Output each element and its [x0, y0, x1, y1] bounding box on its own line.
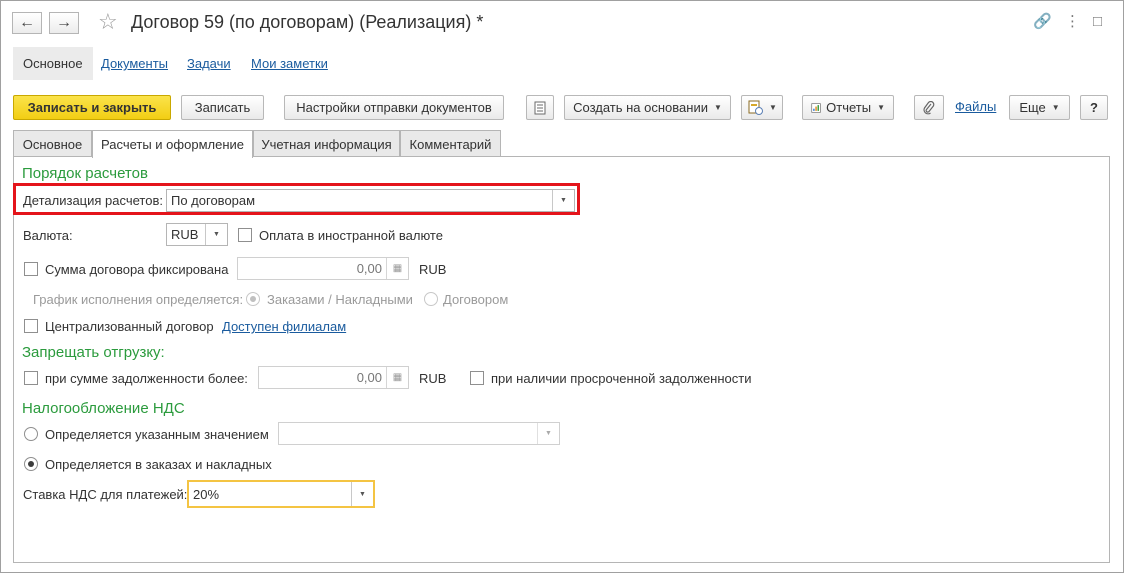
tab-payments[interactable]: Расчеты и оформление	[92, 130, 253, 158]
report-icon	[811, 102, 821, 113]
save-button[interactable]: Записать	[181, 95, 264, 120]
centralized-checkbox[interactable]	[24, 319, 38, 333]
fixed-sum-input[interactable]: 0,00 ▦	[237, 257, 409, 280]
chevron-down-icon[interactable]: ▼	[205, 224, 227, 245]
fixed-sum-value: 0,00	[356, 261, 382, 276]
schedule-orders-label: Заказами / Накладными	[267, 292, 413, 307]
more-button[interactable]: Еще ▼	[1009, 95, 1070, 120]
chevron-down-icon[interactable]: ▼	[552, 190, 574, 211]
link-icon[interactable]: 🔗	[1033, 13, 1052, 31]
shipment-ban-section: Запрещать отгрузку:	[22, 344, 165, 361]
vat-rate-value: 20%	[193, 486, 220, 502]
more-menu-icon[interactable]: ⋮	[1065, 13, 1080, 31]
more-label: Еще	[1019, 100, 1046, 115]
create-based-on-label: Создать на основании	[573, 100, 708, 115]
debt-input[interactable]: 0,00 ▦	[258, 366, 409, 389]
page-tab-notes[interactable]: Мои заметки	[241, 47, 338, 80]
vat-rate-label: Ставка НДС для платежей:	[23, 487, 188, 502]
fixed-sum-currency: RUB	[419, 262, 447, 277]
page-tab-main[interactable]: Основное	[13, 47, 93, 80]
calculator-icon[interactable]: ▦	[386, 258, 408, 279]
files-link[interactable]: Файлы	[955, 99, 996, 114]
page-tab-documents[interactable]: Документы	[91, 47, 178, 80]
currency-select[interactable]: RUB ▼	[166, 223, 228, 246]
save-and-close-button[interactable]: Записать и закрыть	[13, 95, 171, 120]
foreign-payment-checkbox[interactable]	[238, 228, 252, 242]
arrow-left-icon: ←	[19, 14, 35, 31]
vat-fixed-radio[interactable]	[24, 427, 38, 441]
detail-select[interactable]: По договорам ▼	[166, 189, 575, 212]
fixed-sum-checkbox[interactable]	[24, 262, 38, 276]
chevron-down-icon: ▼	[713, 103, 722, 112]
calculator-icon[interactable]: ▦	[386, 367, 408, 388]
schedule-label: График исполнения определяется:	[33, 292, 244, 307]
document-window: ← → ☆ Договор 59 (по договорам) (Реализа…	[0, 0, 1124, 573]
chevron-down-icon: ▼	[1051, 103, 1060, 112]
arrow-right-icon: →	[56, 14, 72, 31]
window-title: Договор 59 (по договорам) (Реализация) *	[131, 12, 484, 32]
reports-label: Отчеты	[826, 100, 872, 115]
debt-checkbox[interactable]	[24, 371, 38, 385]
schedule-contract-label: Договором	[443, 292, 509, 307]
reports-button[interactable]: Отчеты ▼	[802, 95, 894, 120]
create-based-on-button[interactable]: Создать на основании ▼	[564, 95, 731, 120]
debt-value: 0,00	[356, 370, 382, 385]
tab-comment[interactable]: Комментарий	[400, 130, 501, 157]
debt-label: при сумме задолженности более:	[45, 371, 248, 386]
list-icon	[534, 101, 546, 114]
vat-rate-select[interactable]: 20% ▼	[187, 480, 375, 508]
vat-orders-label: Определяется в заказах и накладных	[45, 457, 272, 472]
forward-button[interactable]: →	[49, 12, 79, 34]
help-button[interactable]: ?	[1080, 95, 1108, 120]
vat-fixed-label: Определяется указанным значением	[45, 427, 269, 442]
chevron-down-icon[interactable]: ▼	[537, 423, 559, 444]
print-button[interactable]: ▼	[741, 95, 783, 120]
debt-currency: RUB	[419, 371, 447, 386]
tab-accounting[interactable]: Учетная информация	[253, 130, 400, 157]
overdue-checkbox[interactable]	[470, 371, 484, 385]
paperclip-icon	[923, 100, 935, 114]
list-button[interactable]	[526, 95, 554, 120]
schedule-orders-radio[interactable]	[246, 292, 260, 306]
attach-button[interactable]	[914, 95, 944, 120]
vat-orders-radio[interactable]	[24, 457, 38, 471]
foreign-payment-label: Оплата в иностранной валюте	[259, 228, 443, 243]
detail-label: Детализация расчетов:	[23, 193, 163, 208]
branches-link[interactable]: Доступен филиалам	[222, 319, 346, 334]
overdue-label: при наличии просроченной задолженности	[491, 371, 752, 386]
vat-section: Налогообложение НДС	[22, 400, 185, 417]
print-icon	[748, 100, 764, 115]
star-icon[interactable]: ☆	[98, 10, 118, 34]
payment-order-section: Порядок расчетов	[22, 165, 148, 182]
chevron-down-icon: ▼	[769, 103, 777, 112]
fixed-sum-label: Сумма договора фиксирована	[45, 262, 229, 277]
maximize-icon[interactable]: □	[1093, 13, 1102, 31]
schedule-contract-radio[interactable]	[424, 292, 438, 306]
vat-value-select[interactable]: ▼	[278, 422, 560, 445]
centralized-label: Централизованный договор	[45, 319, 214, 334]
chevron-down-icon[interactable]: ▼	[351, 482, 373, 506]
send-settings-button[interactable]: Настройки отправки документов	[284, 95, 504, 120]
tab-main[interactable]: Основное	[13, 130, 92, 157]
chevron-down-icon: ▼	[877, 103, 885, 112]
detail-value: По договорам	[171, 193, 256, 208]
currency-label: Валюта:	[23, 228, 73, 243]
page-tab-tasks[interactable]: Задачи	[177, 47, 241, 80]
currency-value: RUB	[171, 227, 199, 242]
back-button[interactable]: ←	[12, 12, 42, 34]
